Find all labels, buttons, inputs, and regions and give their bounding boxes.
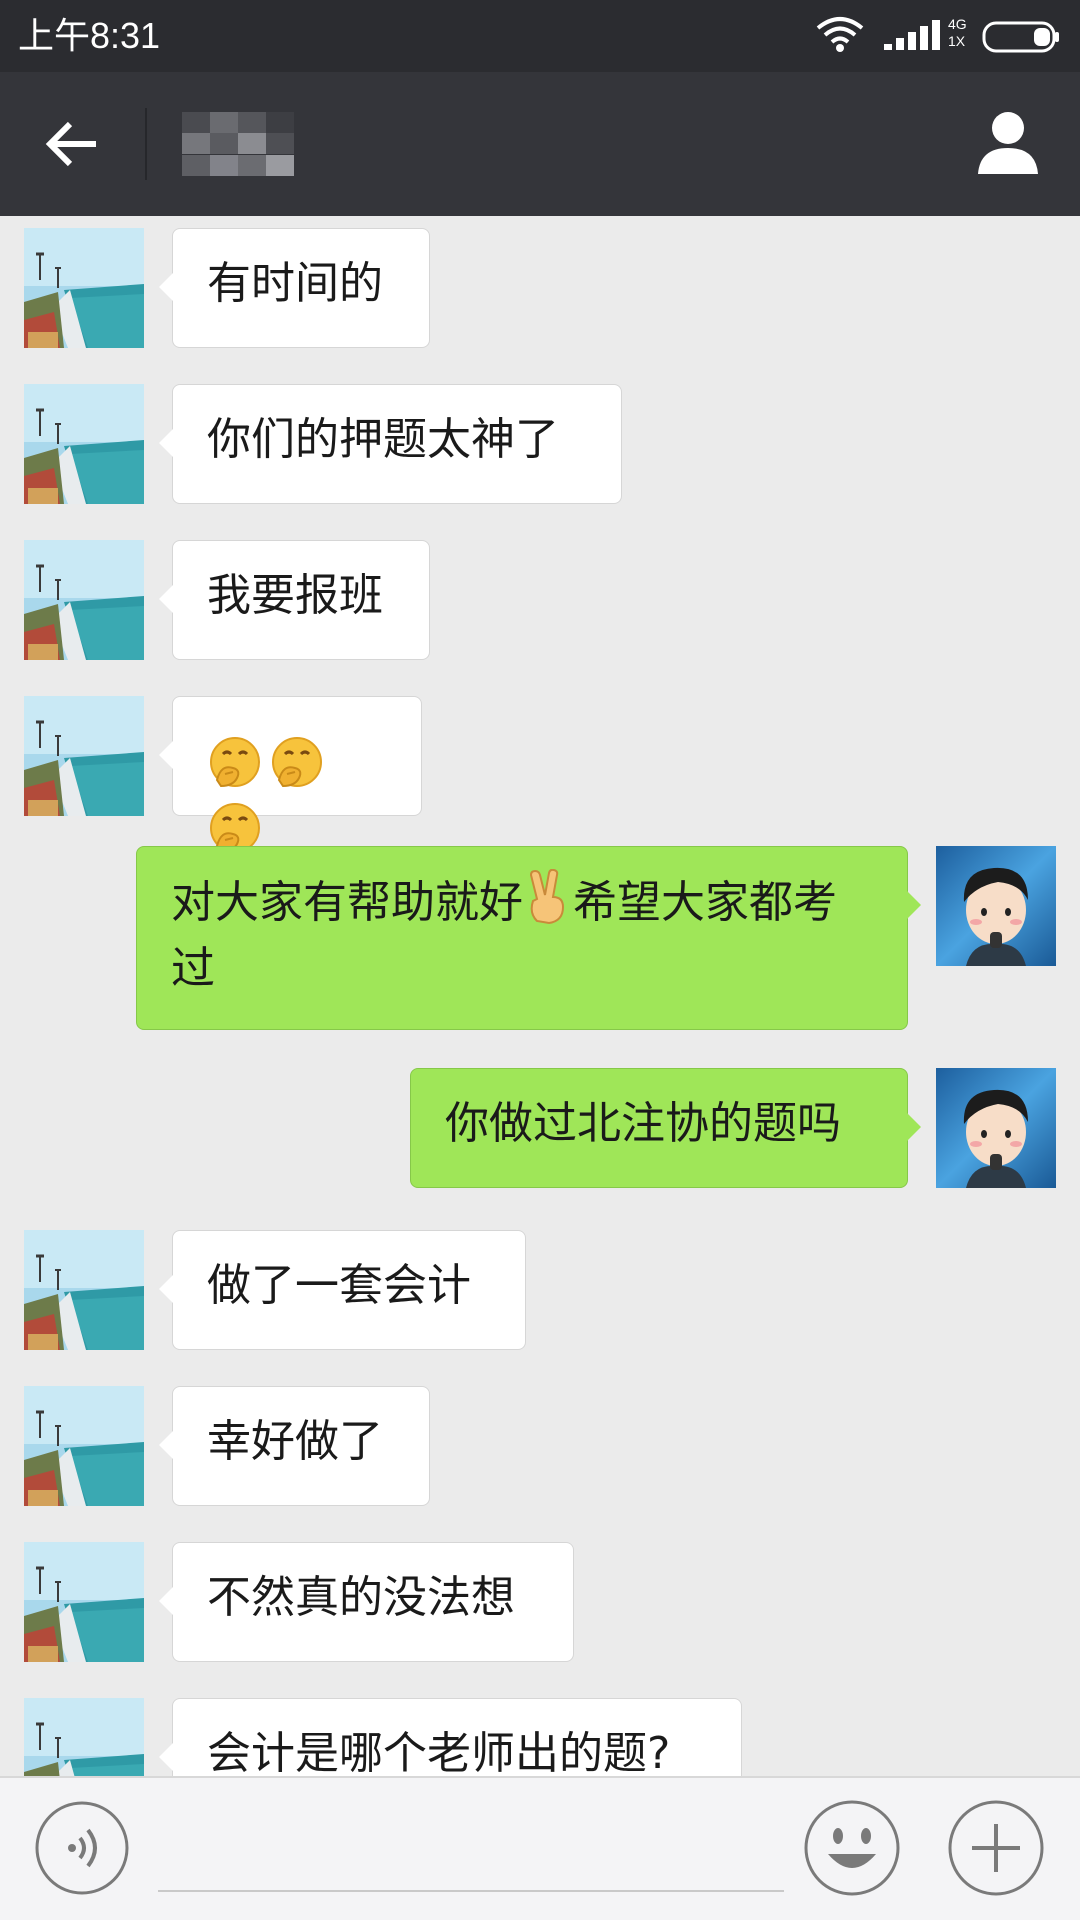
message-bubble[interactable]: 你做过北注协的题吗 xyxy=(410,1068,921,1188)
message-bubble[interactable]: 幸好做了 xyxy=(159,1386,430,1506)
avatar[interactable] xyxy=(24,384,144,504)
message-bubble[interactable] xyxy=(159,696,422,854)
avatar[interactable] xyxy=(24,540,144,660)
avatar[interactable] xyxy=(24,228,144,348)
contact-name-pixelated xyxy=(182,112,294,176)
message-bubble[interactable]: 做了一套会计 xyxy=(159,1230,526,1350)
back-arrow-icon[interactable] xyxy=(30,108,116,180)
victory-hand-icon xyxy=(529,869,565,925)
message-text: 我要报班 xyxy=(207,570,383,621)
avatar[interactable] xyxy=(24,1698,144,1776)
message-text: 会计是哪个老师出的题? xyxy=(207,1728,671,1776)
input-bar xyxy=(0,1776,1080,1920)
covering-mouth-face-icon xyxy=(271,736,323,788)
status-time: 上午8:31 xyxy=(18,15,161,56)
message-text: 你做过北注协的题吗 xyxy=(445,1098,841,1149)
chat-header xyxy=(0,72,1080,216)
message-bubble[interactable]: 会计是哪个老师出的题? xyxy=(159,1698,742,1776)
signal-icon xyxy=(884,20,940,50)
emoji-icon[interactable] xyxy=(802,1798,902,1898)
avatar[interactable] xyxy=(24,1386,144,1506)
message-text: 对大家有帮助就好 xyxy=(171,877,523,928)
status-bar: 上午8:31 4G 1X xyxy=(0,0,1080,72)
covering-mouth-face-icon xyxy=(209,736,261,788)
message-bubble[interactable]: 我要报班 xyxy=(159,540,430,660)
avatar[interactable] xyxy=(24,1542,144,1662)
message-bubble[interactable]: 你们的押题太神了 xyxy=(159,384,622,504)
avatar[interactable] xyxy=(936,1068,1056,1188)
person-icon[interactable] xyxy=(966,108,1050,180)
voice-icon[interactable] xyxy=(34,1800,130,1896)
message-text: 做了一套会计 xyxy=(207,1260,471,1311)
wifi-icon xyxy=(816,17,864,52)
network-type-label: 4G 1X xyxy=(948,16,978,50)
message-bubble[interactable]: 对大家有帮助就好 希望大家都考过 xyxy=(136,846,921,1030)
message-text: 不然真的没法想 xyxy=(207,1572,515,1623)
avatar[interactable] xyxy=(24,1230,144,1350)
avatar[interactable] xyxy=(24,696,144,816)
header-divider xyxy=(145,108,147,180)
network-bottom-label: 1X xyxy=(948,33,966,49)
message-text: 有时间的 xyxy=(207,258,383,309)
plus-icon[interactable] xyxy=(946,1798,1046,1898)
chat-message-list[interactable]: 有时间的 你们的押题太神了 我要报班 对大家有帮助就好 希望大家都考过 你做过北… xyxy=(0,216,1080,1776)
message-input[interactable] xyxy=(158,1808,784,1892)
network-top-label: 4G xyxy=(948,16,967,32)
avatar[interactable] xyxy=(936,846,1056,966)
message-bubble[interactable]: 有时间的 xyxy=(159,228,430,348)
battery-icon xyxy=(982,21,1059,53)
message-text: 你们的押题太神了 xyxy=(207,414,559,465)
message-bubble[interactable]: 不然真的没法想 xyxy=(159,1542,574,1662)
message-text: 幸好做了 xyxy=(207,1416,383,1467)
